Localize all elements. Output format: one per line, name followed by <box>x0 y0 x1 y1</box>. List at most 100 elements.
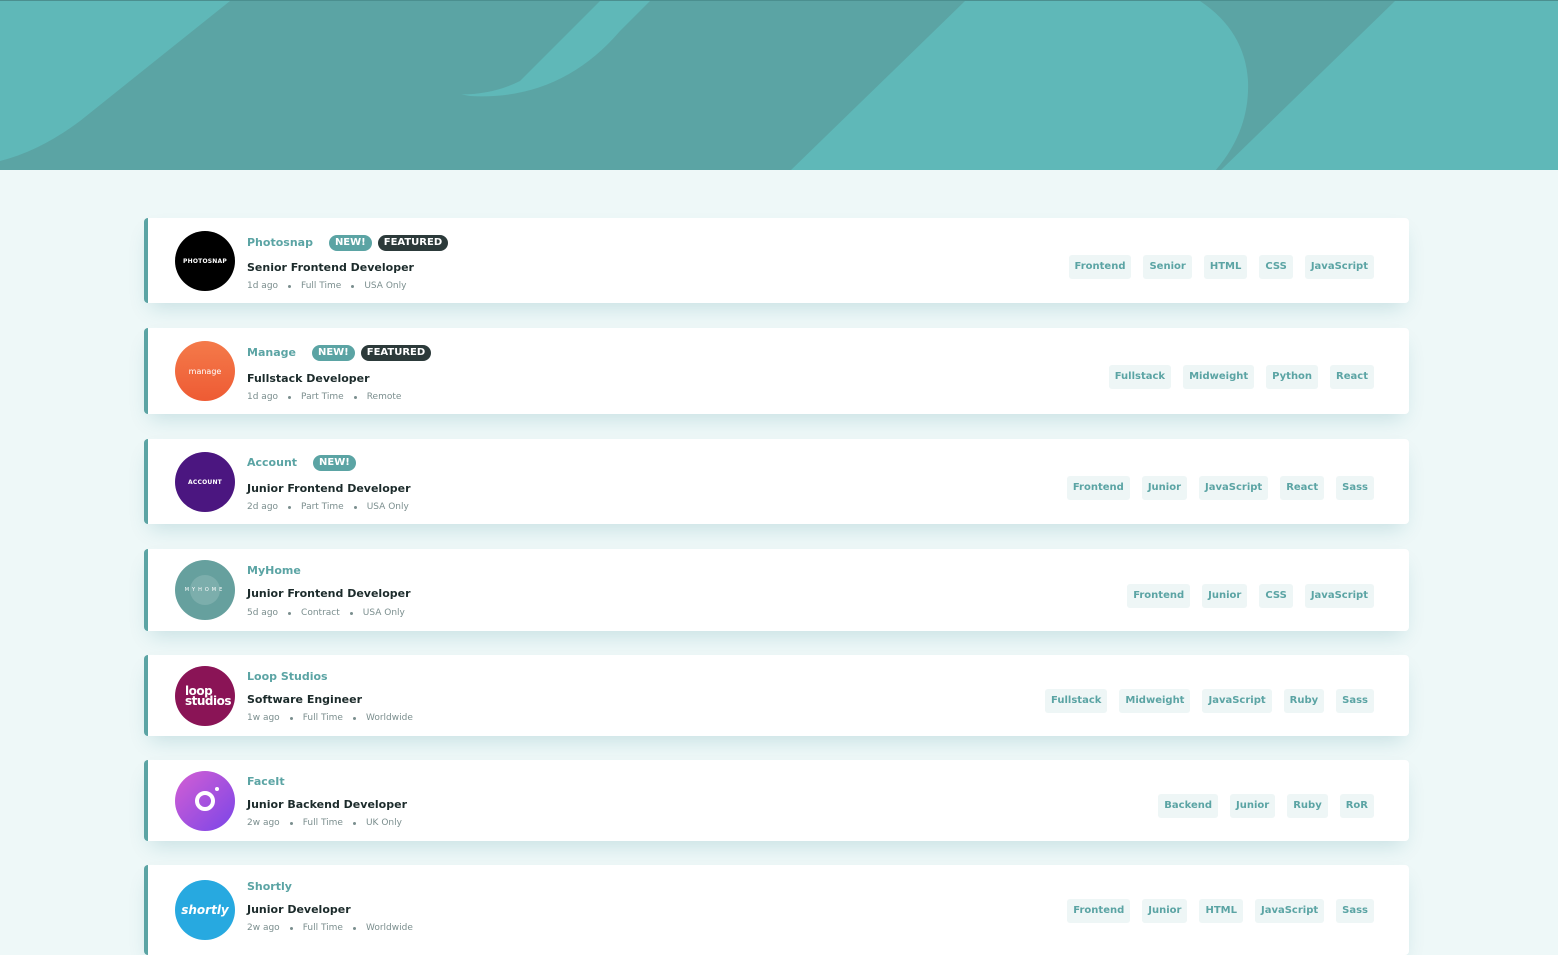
job-position[interactable]: Junior Frontend Developer <box>247 587 411 600</box>
job-badges: NEW! FEATURED <box>311 345 432 361</box>
meta-contract: Full Time <box>301 281 342 291</box>
meta-location: USA Only <box>366 502 409 512</box>
filter-tag[interactable]: React <box>1330 365 1374 389</box>
featured-badge: FEATURED <box>360 345 432 361</box>
meta-posted: 1d ago <box>247 281 279 291</box>
company-logo: shortly <box>175 880 235 940</box>
job-tags: Frontend Junior HTML JavaScript Sass <box>1067 899 1374 923</box>
filter-tag[interactable]: Python <box>1266 365 1319 389</box>
filter-tag[interactable]: Frontend <box>1066 476 1130 500</box>
company-name[interactable]: Photosnap <box>247 236 313 249</box>
meta-posted: 2w ago <box>247 818 280 828</box>
filter-tag[interactable]: JavaScript <box>1304 255 1374 279</box>
filter-tag[interactable]: HTML <box>1199 899 1243 923</box>
separator-dot <box>353 506 357 509</box>
meta-contract: Full Time <box>302 713 343 723</box>
filter-tag[interactable]: Ruby <box>1287 794 1328 818</box>
separator-dot <box>288 506 292 509</box>
filter-tag[interactable]: Frontend <box>1068 255 1132 279</box>
job-position[interactable]: Junior Developer <box>247 903 351 916</box>
company-name[interactable]: Account <box>247 456 297 469</box>
filter-tag[interactable]: Fullstack <box>1045 689 1108 713</box>
filter-tag[interactable]: Sass <box>1336 476 1374 500</box>
company-name[interactable]: MyHome <box>247 564 301 577</box>
company-name[interactable]: Manage <box>247 346 296 359</box>
job-card[interactable]: MYHOME MyHome Junior Frontend Developer 5d … <box>144 549 1409 631</box>
separator-dot <box>289 822 293 825</box>
job-tags: Frontend Senior HTML CSS JavaScript <box>1068 255 1374 279</box>
filter-tag[interactable]: Ruby <box>1283 689 1325 713</box>
filter-tag[interactable]: Junior <box>1202 584 1248 608</box>
filter-tag[interactable]: Midweight <box>1119 689 1191 713</box>
filter-tag[interactable]: Sass <box>1336 689 1374 713</box>
header-pattern <box>0 1 1558 170</box>
filter-tag[interactable]: Sass <box>1336 899 1374 923</box>
filter-tag[interactable]: CSS <box>1259 255 1293 279</box>
separator-dot <box>353 396 357 399</box>
filter-tag[interactable]: RoR <box>1339 794 1374 818</box>
job-position[interactable]: Fullstack Developer <box>247 372 370 385</box>
separator-dot <box>352 717 356 720</box>
company-logo: ACCOUNT <box>175 452 235 512</box>
meta-location: Remote <box>366 392 402 402</box>
meta-contract: Part Time <box>301 392 344 402</box>
company-logo <box>175 771 235 831</box>
filter-tag[interactable]: Fullstack <box>1108 365 1172 389</box>
job-badges: NEW! FEATURED <box>328 235 449 251</box>
filter-tag[interactable]: Midweight <box>1183 365 1255 389</box>
filter-tag[interactable]: Junior <box>1230 794 1276 818</box>
meta-location: Worldwide <box>365 713 413 723</box>
company-name[interactable]: Shortly <box>247 880 292 893</box>
logo-text: manage <box>188 366 222 376</box>
filter-tag[interactable]: Junior <box>1141 476 1188 500</box>
myhome-logo-mark <box>190 575 220 605</box>
new-badge: NEW! <box>311 345 355 361</box>
filter-tag[interactable]: HTML <box>1203 255 1248 279</box>
job-meta: 1w ago Full Time Worldwide <box>247 713 413 723</box>
meta-posted: 2d ago <box>247 502 279 512</box>
job-meta: 1d ago Part Time Remote <box>247 392 401 402</box>
job-card[interactable]: FaceIt Junior Backend Developer 2w ago Full… <box>144 760 1409 841</box>
job-position[interactable]: Junior Backend Developer <box>247 798 407 811</box>
meta-contract: Contract <box>301 608 340 618</box>
company-name[interactable]: Loop Studios <box>247 670 328 683</box>
filter-tag[interactable]: Backend <box>1158 794 1219 818</box>
job-card[interactable]: manage Manage NEW! FEATURED Fullstack Develo… <box>144 328 1409 414</box>
filter-tag[interactable]: Frontend <box>1067 899 1131 923</box>
meta-location: USA Only <box>362 608 405 618</box>
job-card[interactable]: PHOTOSNAP Photosnap NEW! FEATURED Senior Fro… <box>144 218 1409 303</box>
filter-tag[interactable]: React <box>1280 476 1325 500</box>
meta-contract: Part Time <box>301 502 344 512</box>
header-banner <box>0 0 1558 170</box>
filter-tag[interactable]: Frontend <box>1127 584 1191 608</box>
featured-badge: FEATURED <box>377 235 449 251</box>
logo-text: shortly <box>181 903 229 917</box>
separator-dot <box>349 612 353 615</box>
job-card[interactable]: shortly Shortly Junior Developer 2w ago Full… <box>144 865 1409 955</box>
job-card[interactable]: loop studios Loop Studios Software Enginee… <box>144 655 1409 736</box>
job-tags: Frontend Junior JavaScript React Sass <box>1066 476 1374 500</box>
faceit-logo-icon <box>195 787 219 811</box>
filter-tag[interactable]: Junior <box>1142 899 1188 923</box>
job-tags: Fullstack Midweight JavaScript Ruby Sass <box>1045 689 1374 713</box>
job-meta: 5d ago Contract USA Only <box>247 608 405 618</box>
company-logo: PHOTOSNAP <box>175 231 235 291</box>
job-position[interactable]: Software Engineer <box>247 693 362 706</box>
filter-tag[interactable]: CSS <box>1259 584 1293 608</box>
faceit-logo-dot <box>215 787 219 791</box>
filter-tag[interactable]: JavaScript <box>1304 584 1374 608</box>
job-card[interactable]: ACCOUNT Account NEW! Junior Frontend Develo… <box>144 439 1409 524</box>
job-position[interactable]: Senior Frontend Developer <box>247 261 414 274</box>
filter-tag[interactable]: JavaScript <box>1254 899 1325 923</box>
job-position[interactable]: Junior Frontend Developer <box>247 482 411 495</box>
filter-tag[interactable]: JavaScript <box>1202 689 1272 713</box>
company-name[interactable]: FaceIt <box>247 775 285 788</box>
filter-tag[interactable]: Senior <box>1143 255 1192 279</box>
company-logo: manage <box>175 341 235 401</box>
meta-posted: 1w ago <box>247 713 280 723</box>
separator-dot <box>288 612 292 615</box>
meta-posted: 1d ago <box>247 392 279 402</box>
filter-tag[interactable]: JavaScript <box>1199 476 1269 500</box>
separator-dot <box>289 717 293 720</box>
job-meta: 2w ago Full Time Worldwide <box>247 923 413 933</box>
